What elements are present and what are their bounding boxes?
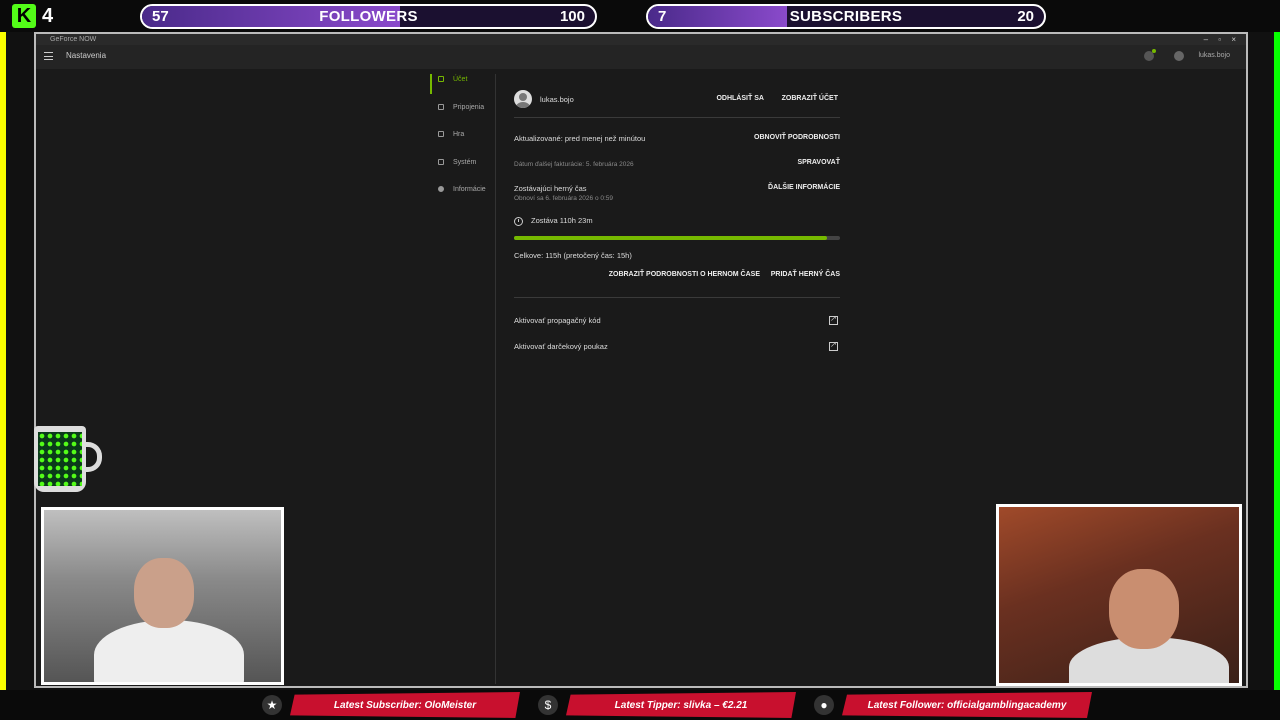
latest-follower: Latest Follower: officialgamblingacademy xyxy=(842,692,1092,718)
external-link-icon[interactable] xyxy=(829,340,838,351)
info-icon xyxy=(438,186,444,192)
latest-tipper-text: Latest Tipper: slivka – €2.21 xyxy=(614,700,748,711)
cohost-head xyxy=(1109,569,1179,649)
kick-logo-icon: K xyxy=(12,4,36,28)
notification-icon[interactable] xyxy=(1144,49,1156,61)
updated-row: Aktualizované: pred menej než minútou OB… xyxy=(514,134,840,146)
refresh-details-button[interactable]: OBNOVIŤ PODROBNOSTI xyxy=(754,134,840,141)
webcam-right xyxy=(996,504,1242,686)
kick-count: 4 xyxy=(42,5,54,27)
billing-row: Dátum ďalšej fakturácie: 5. februára 202… xyxy=(514,159,840,171)
promo-row[interactable]: Aktivovať propagačný kód xyxy=(514,314,840,328)
divider xyxy=(514,297,840,298)
updated-text: Aktualizované: pred menej než minútou xyxy=(514,134,646,143)
total-row: Celkove: 115h (pretočený čas: 15h) xyxy=(514,251,840,263)
subscribers-label: SUBSCRIBERS xyxy=(789,8,903,25)
sidebar-item-game[interactable]: Hra xyxy=(430,129,495,157)
page-title: Nastavenia xyxy=(66,51,107,60)
account-user-row: lukas.bojo ODHLÁSIŤ SA ZOBRAZIŤ ÚČET xyxy=(514,88,840,118)
total-time: Celkove: 115h (pretočený čas: 15h) xyxy=(514,251,632,260)
sidebar-item-account[interactable]: Účet xyxy=(430,74,495,102)
add-playtime-button[interactable]: PRIDAŤ HERNÝ ČAS xyxy=(771,271,840,278)
app-header: Nastavenia lukas.bojo xyxy=(36,45,1246,69)
sidebar-item-label: Účet xyxy=(453,76,468,83)
latest-subscriber-text: Latest Subscriber: OloMeister xyxy=(333,700,477,711)
sidebar-item-label: Informácie xyxy=(453,186,486,193)
logout-button[interactable]: ODHLÁSIŤ SA xyxy=(716,95,763,102)
more-info-button[interactable]: ĎALŠIE INFORMÁCIE xyxy=(768,184,840,191)
remaining-time-row: Zostávajúci herný čas Obnoví sa 6. febru… xyxy=(514,184,840,206)
account-panel: lukas.bojo ODHLÁSIŤ SA ZOBRAZIŤ ÚČET Akt… xyxy=(514,88,840,354)
kick-mug-image xyxy=(34,426,102,492)
playtime-actions: ZOBRAZIŤ PODROBNOSTI O HERNOM ČASE PRIDA… xyxy=(514,271,840,283)
latest-follower-text: Latest Follower: officialgamblingacademy xyxy=(867,700,1067,711)
menu-icon[interactable] xyxy=(44,52,53,60)
sidebar-item-info[interactable]: Informácie xyxy=(430,184,495,212)
sidebar-item-label: Systém xyxy=(453,158,477,166)
window-controls[interactable]: – ▫ × xyxy=(1204,34,1240,45)
webcam-left xyxy=(41,507,284,685)
home-icon xyxy=(438,76,444,82)
dollar-icon: $ xyxy=(538,695,558,715)
next-billing-date: Dátum ďalšej fakturácie: 5. februára 202… xyxy=(514,161,634,168)
remaining-row: Zostáva 110h 23m xyxy=(514,216,840,228)
followers-label: FOLLOWERS xyxy=(319,8,418,25)
window-title: GeForce NOW xyxy=(50,36,97,43)
subscribers-goal-value: 20 xyxy=(1017,8,1034,25)
show-account-button[interactable]: ZOBRAZIŤ ÚČET xyxy=(782,95,838,102)
activate-gift-card[interactable]: Aktivovať darčekový poukaz xyxy=(514,342,608,351)
streamer-head xyxy=(134,558,194,628)
user-icon: ● xyxy=(814,695,834,715)
gift-row[interactable]: Aktivovať darčekový poukaz xyxy=(514,340,840,354)
user-avatar-icon xyxy=(514,90,532,108)
latest-subscriber: Latest Subscriber: OloMeister xyxy=(290,692,520,718)
clock-icon xyxy=(514,216,523,226)
sidebar-item-label: Hra xyxy=(453,131,465,138)
stream-bottom-bar: ★ Latest Subscriber: OloMeister $ Latest… xyxy=(0,690,1280,720)
remaining-time: Zostáva 110h 23m xyxy=(531,216,593,225)
latest-tipper: Latest Tipper: slivka – €2.21 xyxy=(566,692,796,718)
external-link-icon[interactable] xyxy=(829,314,838,325)
streamer-torso xyxy=(94,620,244,682)
monitor-icon xyxy=(438,158,444,165)
sidebar-item-system[interactable]: Systém xyxy=(430,157,495,185)
account-username: lukas.bojo xyxy=(540,95,574,104)
playtime-progress-fill xyxy=(514,236,827,240)
activate-promo-code[interactable]: Aktivovať propagačný kód xyxy=(514,316,601,325)
avatar[interactable] xyxy=(1174,51,1184,61)
followers-goal: 57 FOLLOWERS 100 xyxy=(140,4,597,29)
star-icon: ★ xyxy=(262,695,282,715)
playtime-progress xyxy=(514,236,840,240)
sidebar-item-connections[interactable]: Pripojenia xyxy=(430,102,495,130)
followers-goal-value: 100 xyxy=(559,8,585,25)
window-titlebar: GeForce NOW – ▫ × xyxy=(36,34,1246,45)
renew-date: Obnoví sa 6. februára 2026 o 0:59 xyxy=(514,195,614,202)
subscribers-goal: 7 SUBSCRIBERS 20 xyxy=(646,4,1046,29)
sidebar-item-label: Pripojenia xyxy=(453,103,485,111)
header-username[interactable]: lukas.bojo xyxy=(1198,52,1230,59)
stream-top-bar: K 4 57 FOLLOWERS 100 7 SUBSCRIBERS 20 xyxy=(0,0,1280,32)
show-playtime-details-button[interactable]: ZOBRAZIŤ PODROBNOSTI O HERNOM ČASE xyxy=(609,271,760,278)
link-icon xyxy=(438,103,444,110)
manage-button[interactable]: SPRAVOVAŤ xyxy=(797,159,840,166)
gamepad-icon xyxy=(438,131,444,137)
settings-sidebar: Účet Pripojenia Hra Systém Informácie xyxy=(430,74,496,684)
